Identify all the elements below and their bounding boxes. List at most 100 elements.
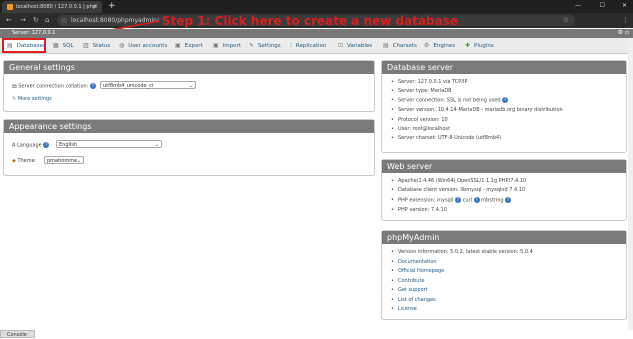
- database-server-title: Database server: [382, 61, 626, 74]
- tab-settings-label: Settings: [258, 43, 281, 49]
- tab-import[interactable]: ▣ Import: [213, 38, 241, 53]
- language-row: A Language ?: [12, 142, 50, 149]
- tab-variables[interactable]: ⊡ Variables: [338, 38, 372, 53]
- general-settings-title: General settings: [4, 61, 374, 74]
- more-settings-label: More settings: [17, 96, 52, 102]
- tab-user-accounts[interactable]: ◍ User accounts: [119, 38, 167, 53]
- help-icon[interactable]: ?: [505, 197, 512, 203]
- chevron-down-icon: ⌄: [188, 83, 193, 89]
- tab-settings[interactable]: ✎ Settings: [249, 38, 281, 53]
- top-navigation: ▤ Databases ▦ SQL ▥ Status ◍ User accounts ▣…: [0, 38, 633, 54]
- language-select[interactable]: English ⌄: [56, 140, 162, 148]
- list-item: Server: 127.0.0.1 via TCP/IP: [391, 79, 468, 85]
- console-button[interactable]: Console: [0, 330, 35, 338]
- tab-charsets[interactable]: ▤ Charsets: [383, 38, 417, 53]
- tab-databases-label: Databases: [16, 43, 46, 49]
- official-homepage-link[interactable]: Official Homepage: [391, 268, 444, 274]
- annotation-text: Step 1: Click here to create a new datab…: [162, 14, 459, 28]
- engines-icon: ⚙: [424, 42, 430, 49]
- list-item: PHP version: 7.4.10: [391, 207, 447, 213]
- list-item: Server connection: SSL is not being used…: [391, 97, 509, 104]
- collation-select-value: utf8mb4_unicode_ci: [103, 83, 154, 89]
- collation-icon: ▤: [12, 83, 17, 90]
- tab-status[interactable]: ▥ Status: [83, 38, 110, 53]
- php-extension-text: PHP extension: mysqli: [398, 197, 454, 204]
- theme-icon: ◆: [12, 158, 16, 164]
- users-icon: ◍: [119, 42, 125, 49]
- list-of-changes-link[interactable]: List of changes: [391, 297, 436, 303]
- list-item: Server version: 10.4.14-MariaDB - mariad…: [391, 107, 563, 113]
- export-icon: ▣: [175, 42, 181, 49]
- collation-select[interactable]: utf8mb4_unicode_ci ⌄: [100, 81, 196, 89]
- php-ext-mbstring: mbstring: [481, 197, 504, 204]
- appearance-settings-title: Appearance settings: [4, 120, 374, 133]
- theme-row: ◆ Theme:: [12, 158, 36, 164]
- tab-export[interactable]: ▣ Export: [175, 38, 203, 53]
- list-item: PHP extension: mysqli ? curl ? mbstring …: [391, 197, 512, 204]
- list-item: Server type: MariaDB: [391, 88, 452, 94]
- tab-replication[interactable]: ⁝ Replication: [290, 38, 326, 53]
- tab-variables-label: Variables: [347, 43, 373, 49]
- web-server-panel: Web server Apache/2.4.46 (Win64) OpenSSL…: [381, 159, 627, 221]
- database-server-panel: Database server Server: 127.0.0.1 via TC…: [381, 60, 627, 153]
- plugins-icon: ✚: [465, 42, 471, 49]
- sql-icon: ▦: [53, 42, 59, 49]
- tab-import-label: Import: [222, 43, 241, 49]
- web-server-title: Web server: [382, 160, 626, 173]
- chevron-down-icon: ⌄: [76, 158, 81, 164]
- contribute-link[interactable]: Contribute: [391, 278, 424, 284]
- list-item: Server charset: UTF-8 Unicode (utf8mb4): [391, 135, 501, 141]
- import-icon: ▣: [213, 42, 219, 49]
- tab-replication-label: Replication: [295, 43, 327, 49]
- help-icon[interactable]: ?: [89, 83, 96, 89]
- tab-databases[interactable]: ▤ Databases: [2, 38, 46, 53]
- theme-select[interactable]: pmahomme ⌄: [44, 156, 84, 164]
- documentation-link[interactable]: Documentation: [391, 259, 436, 265]
- list-item: Database client version: libmysql - mysq…: [391, 187, 525, 193]
- tab-status-label: Status: [92, 43, 111, 49]
- tab-user-accounts-label: User accounts: [128, 43, 168, 49]
- collation-row: ▤ Server connection collation: ?: [12, 83, 96, 90]
- tab-charsets-label: Charsets: [392, 43, 417, 49]
- appearance-settings-panel: Appearance settings A Language ? English…: [3, 119, 375, 176]
- wrench-icon: ✎: [12, 96, 17, 102]
- status-icon: ▥: [83, 42, 89, 49]
- collation-label: Server connection collation:: [18, 83, 89, 90]
- tab-engines[interactable]: ⚙ Engines: [424, 38, 455, 53]
- language-select-value: English: [59, 142, 78, 148]
- list-item: Protocol version: 10: [391, 117, 448, 123]
- help-icon[interactable]: ?: [43, 142, 50, 148]
- breadcrumb-server[interactable]: Server: 127.0.0.1: [12, 30, 55, 36]
- help-icon[interactable]: ?: [502, 97, 509, 103]
- theme-label: Theme:: [17, 158, 37, 164]
- console-label: Console: [7, 332, 27, 338]
- list-item: Apache/2.4.46 (Win64) OpenSSL/1.1.1g PHP…: [391, 178, 526, 184]
- more-settings-link[interactable]: ✎ More settings: [12, 96, 52, 102]
- version-info: Version information: 5.0.2, latest stabl…: [391, 249, 533, 255]
- get-support-link[interactable]: Get support: [391, 287, 428, 293]
- database-icon: ▤: [7, 42, 13, 49]
- tab-sql[interactable]: ▦ SQL: [53, 38, 74, 53]
- wrench-icon: ✎: [249, 42, 255, 49]
- tab-export-label: Export: [184, 43, 203, 49]
- tab-plugins[interactable]: ✚ Plugins: [465, 38, 494, 53]
- help-icon[interactable]: ?: [455, 197, 462, 203]
- tab-engines-label: Engines: [433, 43, 456, 49]
- breadcrumb-controls-icon[interactable]: ⚙ ▫: [618, 29, 629, 36]
- tab-plugins-label: Plugins: [474, 43, 494, 49]
- charsets-icon: ▤: [383, 42, 389, 49]
- phpmyadmin-panel: phpMyAdmin Version information: 5.0.2, l…: [381, 230, 627, 320]
- php-ext-curl: curl: [462, 197, 472, 204]
- general-settings-panel: General settings ▤ Server connection col…: [3, 60, 375, 112]
- tab-sql-label: SQL: [62, 43, 74, 49]
- language-icon: A: [12, 142, 16, 149]
- server-connection-text: Server connection: SSL is not being used: [398, 97, 501, 104]
- page-scrollbar[interactable]: [628, 38, 633, 330]
- phpmyadmin-title: phpMyAdmin: [382, 231, 626, 244]
- help-icon[interactable]: ?: [473, 197, 480, 203]
- variables-icon: ⊡: [338, 42, 344, 49]
- language-label: Language: [17, 142, 42, 149]
- license-link[interactable]: License: [391, 306, 417, 312]
- chevron-down-icon: ⌄: [154, 142, 159, 148]
- theme-select-value: pmahomme: [47, 158, 78, 164]
